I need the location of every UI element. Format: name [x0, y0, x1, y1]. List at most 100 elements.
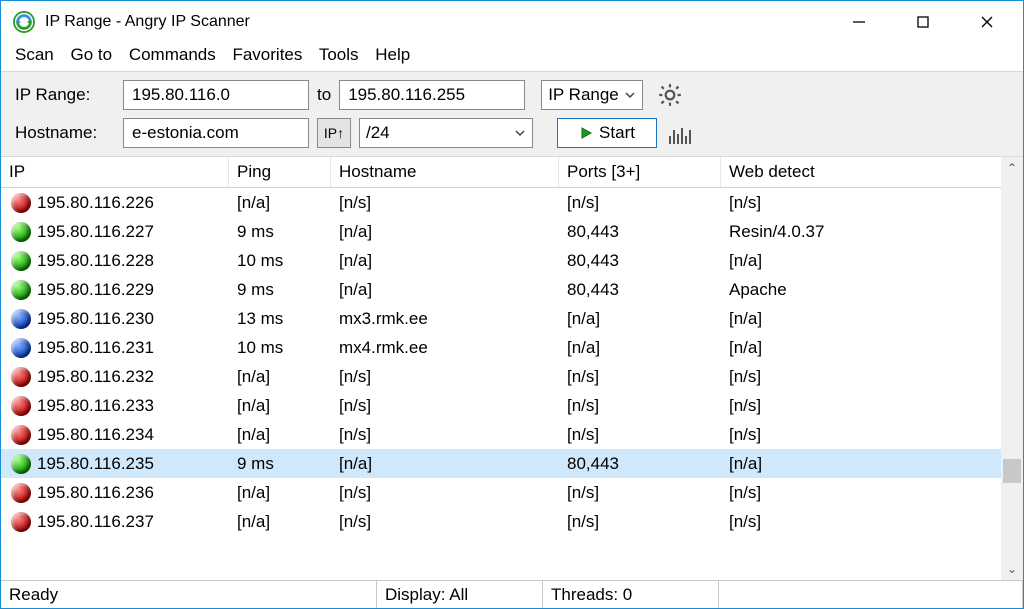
- start-label: Start: [599, 123, 635, 143]
- cell-ping: [n/a]: [229, 510, 331, 534]
- cell-ping: [n/a]: [229, 394, 331, 418]
- table-row[interactable]: 195.80.116.22810 ms[n/a]80,443[n/a]: [1, 246, 1023, 275]
- col-webdetect[interactable]: Web detect: [721, 157, 1023, 187]
- cell-ping: 9 ms: [229, 278, 331, 302]
- cell-webdetect: [n/a]: [721, 249, 1023, 273]
- ip-up-button[interactable]: IP↑: [317, 118, 351, 148]
- col-hostname[interactable]: Hostname: [331, 157, 559, 187]
- vertical-scrollbar[interactable]: ⌃ ⌄: [1001, 157, 1023, 580]
- menubar: Scan Go to Commands Favorites Tools Help: [1, 43, 1023, 71]
- cell-ip: 195.80.116.226: [37, 193, 154, 213]
- table-body: 195.80.116.226[n/a][n/s][n/s][n/s]195.80…: [1, 188, 1023, 536]
- menu-goto[interactable]: Go to: [70, 45, 112, 64]
- cell-ports: [n/s]: [559, 481, 721, 505]
- play-icon: [579, 126, 593, 140]
- cell-ports: [n/a]: [559, 336, 721, 360]
- cell-ip: 195.80.116.231: [37, 338, 154, 358]
- cell-ports: [n/s]: [559, 510, 721, 534]
- menu-favorites[interactable]: Favorites: [232, 45, 302, 64]
- cell-ports: 80,443: [559, 220, 721, 244]
- status-display: Display: All: [377, 581, 543, 608]
- cell-hostname: [n/a]: [331, 249, 559, 273]
- close-button[interactable]: [955, 4, 1019, 40]
- table-row[interactable]: 195.80.116.232[n/a][n/s][n/s][n/s]: [1, 362, 1023, 391]
- chevron-down-icon: [514, 127, 526, 139]
- feeder-label: IP Range: [548, 85, 619, 105]
- col-ip[interactable]: IP: [1, 157, 229, 187]
- netmask-value: /24: [366, 123, 390, 143]
- table-row[interactable]: 195.80.116.23110 msmx4.rmk.ee[n/a][n/a]: [1, 333, 1023, 362]
- cell-ip: 195.80.116.233: [37, 396, 154, 416]
- cell-hostname: [n/s]: [331, 510, 559, 534]
- status-orb-icon: [11, 338, 31, 358]
- cell-hostname: [n/a]: [331, 452, 559, 476]
- menu-help[interactable]: Help: [375, 45, 410, 64]
- table-row[interactable]: 195.80.116.236[n/a][n/s][n/s][n/s]: [1, 478, 1023, 507]
- results-table: IP Ping Hostname Ports [3+] Web detect 1…: [1, 157, 1023, 580]
- cell-webdetect: [n/s]: [721, 510, 1023, 534]
- cell-ports: [n/s]: [559, 423, 721, 447]
- table-row[interactable]: 195.80.116.237[n/a][n/s][n/s][n/s]: [1, 507, 1023, 536]
- ip-start-input[interactable]: [123, 80, 309, 110]
- menu-commands[interactable]: Commands: [129, 45, 216, 64]
- cell-hostname: [n/a]: [331, 220, 559, 244]
- table-row[interactable]: 195.80.116.2359 ms[n/a]80,443[n/a]: [1, 449, 1023, 478]
- gear-icon[interactable]: [657, 82, 683, 108]
- toolbar: IP Range: to IP Range Hostname: IP↑ /24 …: [1, 71, 1023, 157]
- ip-end-input[interactable]: [339, 80, 525, 110]
- cell-ip: 195.80.116.235: [37, 454, 154, 474]
- minimize-button[interactable]: [827, 4, 891, 40]
- cell-hostname: mx4.rmk.ee: [331, 336, 559, 360]
- status-orb-icon: [11, 512, 31, 532]
- app-icon: [13, 11, 35, 33]
- status-orb-icon: [11, 222, 31, 242]
- status-orb-icon: [11, 193, 31, 213]
- status-spacer: [719, 581, 1023, 608]
- cell-ping: 13 ms: [229, 307, 331, 331]
- cell-hostname: [n/s]: [331, 365, 559, 389]
- menu-tools[interactable]: Tools: [319, 45, 359, 64]
- status-orb-icon: [11, 309, 31, 329]
- cell-ping: 9 ms: [229, 452, 331, 476]
- cell-ports: 80,443: [559, 249, 721, 273]
- col-ports[interactable]: Ports [3+]: [559, 157, 721, 187]
- cell-ports: [n/s]: [559, 191, 721, 215]
- status-orb-icon: [11, 454, 31, 474]
- feeder-select[interactable]: IP Range: [541, 80, 643, 110]
- status-orb-icon: [11, 367, 31, 387]
- status-orb-icon: [11, 483, 31, 503]
- cell-webdetect: [n/a]: [721, 452, 1023, 476]
- cell-ports: [n/s]: [559, 394, 721, 418]
- window-title: IP Range - Angry IP Scanner: [45, 13, 827, 31]
- table-row[interactable]: 195.80.116.23013 msmx3.rmk.ee[n/a][n/a]: [1, 304, 1023, 333]
- status-orb-icon: [11, 396, 31, 416]
- fetchers-icon[interactable]: [669, 122, 691, 144]
- cell-ping: [n/a]: [229, 423, 331, 447]
- titlebar: IP Range - Angry IP Scanner: [1, 1, 1023, 43]
- cell-ping: 9 ms: [229, 220, 331, 244]
- table-row[interactable]: 195.80.116.233[n/a][n/s][n/s][n/s]: [1, 391, 1023, 420]
- hostname-input[interactable]: [123, 118, 309, 148]
- chevron-down-icon: [624, 89, 636, 101]
- status-orb-icon: [11, 425, 31, 445]
- scroll-up-icon[interactable]: ⌃: [1001, 157, 1023, 179]
- scroll-thumb[interactable]: [1003, 459, 1021, 483]
- status-orb-icon: [11, 280, 31, 300]
- table-row[interactable]: 195.80.116.2279 ms[n/a]80,443Resin/4.0.3…: [1, 217, 1023, 246]
- menu-scan[interactable]: Scan: [15, 45, 54, 64]
- cell-webdetect: [n/s]: [721, 423, 1023, 447]
- table-row[interactable]: 195.80.116.2299 ms[n/a]80,443Apache: [1, 275, 1023, 304]
- cell-ping: 10 ms: [229, 336, 331, 360]
- start-button[interactable]: Start: [557, 118, 657, 148]
- maximize-button[interactable]: [891, 4, 955, 40]
- col-ping[interactable]: Ping: [229, 157, 331, 187]
- table-row[interactable]: 195.80.116.226[n/a][n/s][n/s][n/s]: [1, 188, 1023, 217]
- netmask-select[interactable]: /24: [359, 118, 533, 148]
- cell-ip: 195.80.116.230: [37, 309, 154, 329]
- table-row[interactable]: 195.80.116.234[n/a][n/s][n/s][n/s]: [1, 420, 1023, 449]
- iprange-label: IP Range:: [15, 85, 115, 105]
- scroll-down-icon[interactable]: ⌄: [1001, 558, 1023, 580]
- cell-ip: 195.80.116.232: [37, 367, 154, 387]
- scroll-track[interactable]: [1001, 179, 1023, 558]
- cell-ports: [n/a]: [559, 307, 721, 331]
